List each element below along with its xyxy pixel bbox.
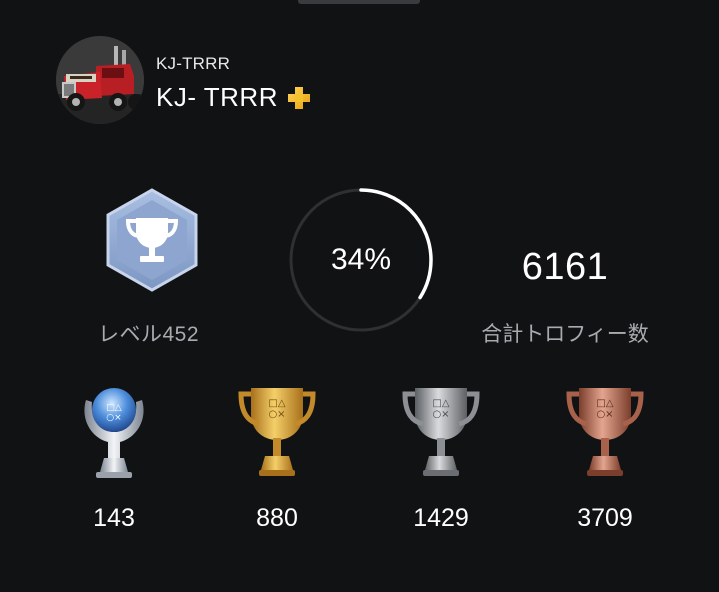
total-trophy-label: 合計トロフィー数 [481,323,649,346]
progress-percent: 34% [330,243,392,276]
playstation-plus-icon [286,85,312,111]
gold-count: 880 [256,504,298,532]
svg-text:□△: □△ [106,403,122,413]
truck-avatar-icon [56,36,144,124]
svg-text:○×: ○× [432,409,449,420]
gold-trophy-icon: □△ ○× [238,388,316,476]
bronze-count: 3709 [577,504,633,532]
svg-text:○×: ○× [596,409,613,420]
silver-trophy-icon: □△ ○× [402,388,480,476]
svg-text:○×: ○× [268,409,285,420]
svg-text:○×: ○× [106,413,121,423]
display-name-row: KJ- TRRR [156,82,312,113]
level-label: レベル452 [98,323,200,346]
silver-count: 1429 [413,504,469,532]
svg-text:□△: □△ [268,398,285,409]
svg-text:□△: □△ [596,398,613,409]
level-badge[interactable] [104,188,200,292]
platinum-trophy-icon: □△ ○× [84,388,144,478]
display-name: KJ- TRRR [156,82,278,112]
bronze-trophy[interactable]: □△ ○× 3709 [545,380,665,548]
platinum-count: 143 [93,504,135,532]
svg-text:□△: □△ [432,398,449,409]
avatar[interactable] [56,36,144,124]
level-trophy-icon [106,188,198,292]
silver-trophy[interactable]: □△ ○× 1429 [381,380,501,548]
gold-trophy[interactable]: □△ ○× 880 [217,380,337,548]
trophy-summary-screen: KJ-TRRR KJ- TRRR レベル452 34% 6161 合計トロフィー… [0,0,719,592]
online-id: KJ-TRRR [156,54,231,73]
total-trophy-count: 6161 [521,246,609,288]
bronze-trophy-icon: □△ ○× [566,388,644,476]
platinum-trophy[interactable]: □△ ○× 143 [54,380,174,548]
sheet-drag-handle[interactable] [298,0,420,4]
